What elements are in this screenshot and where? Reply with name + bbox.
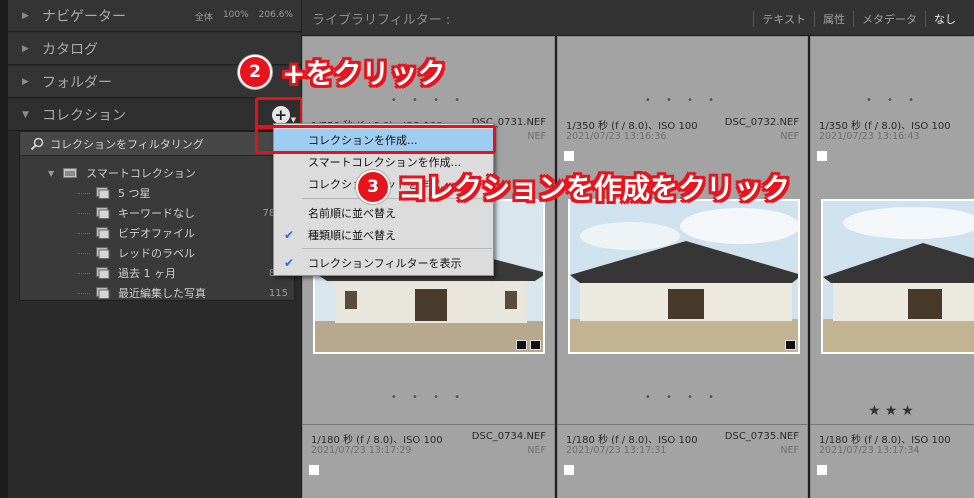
smart-collection-item-label: キーワードなし bbox=[118, 207, 195, 220]
step-2-instruction: +をクリック bbox=[282, 57, 446, 90]
smart-collection-label: スマートコレクション bbox=[86, 167, 196, 180]
smart-collection-icon bbox=[96, 227, 110, 239]
exposure-info: 1/350 秒 (f / 8.0)、ISO 100 bbox=[819, 121, 951, 132]
library-filter-options: テキスト 属性 メタデータ なし bbox=[753, 11, 964, 27]
step-3-marker: 3 bbox=[356, 170, 390, 204]
file-ext: NEF bbox=[527, 445, 546, 456]
filter-attribute-option[interactable]: 属性 bbox=[814, 11, 853, 27]
thumbnail-cell[interactable]: 1/180 秒 (f / 8.0)、ISO 100 DSC_0735.NEF 2… bbox=[557, 424, 808, 498]
smart-collection-item[interactable]: 5 つ星 13 bbox=[20, 183, 294, 203]
file-name: DSC_0735.NEF bbox=[724, 431, 799, 442]
file-ext: NEF bbox=[780, 445, 799, 456]
exposure-info: 1/180 秒 (f / 8.0)、ISO 100 bbox=[819, 435, 951, 446]
file-name: DSC_0732.NEF bbox=[724, 117, 799, 128]
thumbnail-cell[interactable]: 1/180 秒 (f / 8.0)、ISO 100 DSC_0734.NEF 2… bbox=[302, 424, 555, 498]
star-rating[interactable]: ★★★ bbox=[811, 403, 974, 419]
capture-date: 2021/07/23 13:16:43 bbox=[819, 131, 920, 142]
file-ext: NEF bbox=[527, 131, 546, 142]
thumbnail-cell[interactable]: • • • • 1/350 秒 (f / 8.0)、ISO 100 DSC_07… bbox=[557, 36, 808, 430]
smart-collection-item[interactable]: ビデオファイル 34 bbox=[20, 223, 294, 243]
exposure-info: 1/180 秒 (f / 8.0)、ISO 100 bbox=[566, 435, 698, 446]
smart-collection-icon bbox=[96, 287, 110, 299]
smart-collection-icon bbox=[96, 267, 110, 279]
capture-date: 2021/07/23 13:17:29 bbox=[311, 445, 412, 456]
step-2-marker: 2 bbox=[238, 55, 272, 89]
catalog-title: カタログ bbox=[42, 41, 98, 58]
file-ext: NEF bbox=[780, 131, 799, 142]
edit-badge-icon bbox=[785, 340, 796, 350]
expand-triangle-icon: ▶ bbox=[22, 43, 29, 54]
collection-set-icon bbox=[63, 168, 78, 178]
smart-collection-item-label: ビデオファイル bbox=[118, 227, 195, 240]
filter-text-option[interactable]: テキスト bbox=[753, 11, 814, 27]
smart-collection-item-label: 5 つ星 bbox=[118, 187, 151, 200]
search-icon bbox=[30, 137, 44, 150]
menu-sort-by-kind[interactable]: ✔ 種類順に並べ替え bbox=[274, 224, 493, 246]
flag-icon[interactable] bbox=[564, 465, 574, 475]
panel-edge bbox=[0, 0, 8, 498]
smart-collection-item-label: 最近編集した写真 bbox=[118, 287, 206, 300]
photo-thumbnail[interactable] bbox=[568, 199, 800, 354]
thumbnail-cell[interactable]: 1/180 秒 (f / 8.0)、ISO 100 2021/07/23 13:… bbox=[810, 424, 974, 498]
thumbnail-cell[interactable]: • • • 1/350 秒 (f / 8.0)、ISO 100 2021/07/… bbox=[810, 36, 974, 430]
navigator-header[interactable]: ▶ ナビゲーター 全体 100% 206.6% bbox=[8, 0, 301, 32]
folders-title: フォルダー bbox=[42, 74, 112, 91]
capture-date: 2021/07/23 13:17:31 bbox=[566, 445, 667, 456]
menu-separator bbox=[302, 248, 492, 249]
smart-collection-item[interactable]: レッドのラベル 0 bbox=[20, 243, 294, 263]
smart-collection-folder[interactable]: ▼ スマートコレクション bbox=[20, 163, 294, 183]
navigator-title: ナビゲーター bbox=[42, 8, 126, 25]
badge-icon bbox=[516, 340, 527, 350]
smart-collection-item[interactable]: 過去 1 ヶ月 807 bbox=[20, 263, 294, 283]
photo-thumbnail[interactable] bbox=[821, 199, 974, 354]
capture-date: 2021/07/23 13:16:36 bbox=[566, 131, 667, 142]
filter-metadata-option[interactable]: メタデータ bbox=[853, 11, 925, 27]
smart-collection-icon bbox=[96, 187, 110, 199]
step-3-instruction: コレクションを作成をクリック bbox=[398, 172, 791, 205]
flag-icon[interactable] bbox=[309, 465, 319, 475]
zoom-fit-option[interactable]: 全体 bbox=[195, 10, 213, 23]
smart-collection-icon bbox=[96, 247, 110, 259]
collection-filter-placeholder: コレクションをフィルタリング bbox=[50, 137, 204, 151]
check-icon: ✔ bbox=[284, 256, 295, 270]
zoom-custom-option[interactable]: 206.6% bbox=[259, 10, 293, 23]
filter-none-option[interactable]: なし bbox=[925, 11, 964, 27]
smart-collection-item[interactable]: 最近編集した写真 115 bbox=[20, 283, 294, 303]
collections-title: コレクション bbox=[42, 107, 126, 124]
flag-icon[interactable] bbox=[564, 151, 574, 161]
collections-panel: コレクションをフィルタリング ▼ スマートコレクション 5 つ星 13 キーワー… bbox=[19, 131, 295, 301]
expand-triangle-icon: ▶ bbox=[22, 76, 29, 87]
smart-collection-item-count: 115 bbox=[268, 287, 288, 299]
expand-triangle-icon: ▶ bbox=[22, 10, 29, 21]
temple-photo bbox=[823, 201, 974, 352]
library-filter-bar: ライブラリフィルター : テキスト 属性 メタデータ なし bbox=[302, 0, 974, 36]
temple-photo bbox=[570, 201, 798, 352]
smart-collection-item-label: 過去 1 ヶ月 bbox=[118, 267, 176, 280]
collapse-triangle-icon: ▼ bbox=[48, 168, 55, 178]
zoom-100-option[interactable]: 100% bbox=[223, 10, 249, 23]
smart-collection-item[interactable]: キーワードなし 7852 bbox=[20, 203, 294, 223]
highlight-box-create bbox=[255, 125, 496, 154]
smart-collection-item-label: レッドのラベル bbox=[118, 247, 195, 260]
navigator-zoom-options: 全体 100% 206.6% bbox=[195, 10, 293, 23]
file-name: DSC_0734.NEF bbox=[471, 431, 546, 442]
flag-icon[interactable] bbox=[817, 151, 827, 161]
menu-show-collection-filter[interactable]: ✔ コレクションフィルターを表示 bbox=[274, 252, 493, 274]
capture-date: 2021/07/23 13:17:34 bbox=[819, 445, 920, 456]
exposure-info: 1/180 秒 (f / 8.0)、ISO 100 bbox=[311, 435, 443, 446]
library-filter-title: ライブラリフィルター : bbox=[312, 13, 451, 28]
exposure-info: 1/350 秒 (f / 8.0)、ISO 100 bbox=[566, 121, 698, 132]
flag-icon[interactable] bbox=[817, 465, 827, 475]
smart-collection-icon bbox=[96, 207, 110, 219]
edit-badge-icon bbox=[530, 340, 541, 350]
check-icon: ✔ bbox=[284, 228, 295, 242]
collapse-triangle-icon: ▼ bbox=[22, 109, 29, 120]
collection-filter-field[interactable]: コレクションをフィルタリング bbox=[20, 132, 294, 156]
